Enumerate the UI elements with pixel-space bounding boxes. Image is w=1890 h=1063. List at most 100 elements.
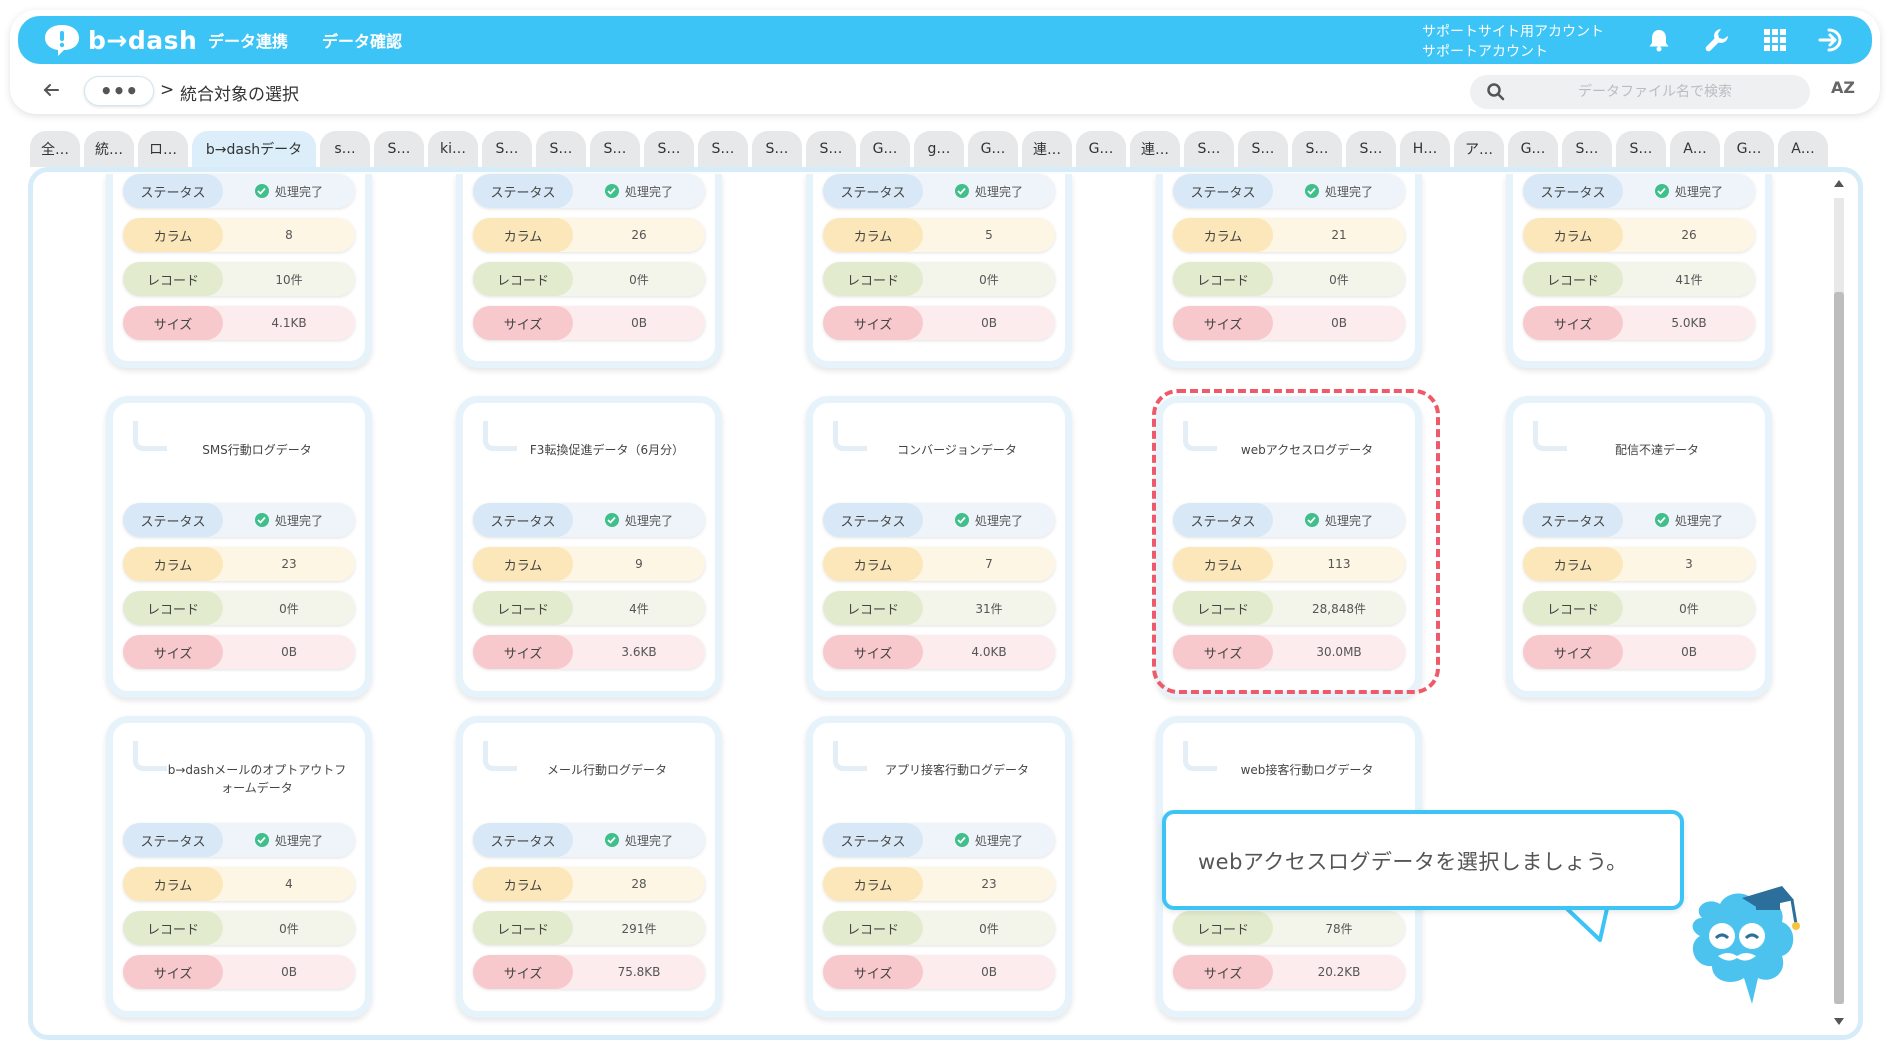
card-title: F3転換促進データ（6月分） <box>529 443 685 457</box>
tab-7[interactable]: S… <box>482 131 532 167</box>
data-file-card[interactable]: アプリ接客行動ログデータ ステータス 処理完了 カラム 23 レコード 0件 サイズ 0B <box>806 716 1072 1018</box>
tab-9[interactable]: S… <box>590 131 640 167</box>
record-label: レコード <box>1523 262 1623 296</box>
tab-3[interactable]: b→dashデータ <box>192 131 316 167</box>
data-file-card[interactable]: ステータス 処理完了 カラム 8 レコード 10件 サイズ 4.1KB <box>106 174 372 368</box>
data-file-card[interactable]: F3転換促進データ（6月分） ステータス 処理完了 カラム 9 レコード 4件 サイズ 3.6K… <box>456 396 722 698</box>
record-label: レコード <box>1173 262 1273 296</box>
size-row: サイズ 75.8KB <box>473 955 705 989</box>
tab-13[interactable]: S… <box>806 131 856 167</box>
logout-icon[interactable] <box>1818 25 1848 55</box>
size-value: 0B <box>981 965 997 979</box>
tab-22[interactable]: S… <box>1292 131 1342 167</box>
column-value: 26 <box>1681 228 1697 242</box>
data-file-card[interactable]: ステータス 処理完了 カラム 21 レコード 0件 サイズ 0B <box>1156 174 1422 368</box>
data-file-card[interactable]: 配信不達データ ステータス 処理完了 カラム 3 レコード 0件 サイズ 0B <box>1506 396 1772 698</box>
logo[interactable]: b→dash <box>42 20 197 60</box>
column-row: カラム 8 <box>123 218 355 252</box>
data-file-card[interactable]: ステータス 処理完了 カラム 26 レコード 0件 サイズ 0B <box>456 174 722 368</box>
column-label: カラム <box>123 547 223 581</box>
status-label: ステータス <box>1173 174 1273 208</box>
check-circle-icon <box>1304 513 1319 527</box>
column-label: カラム <box>473 867 573 901</box>
column-label: カラム <box>123 867 223 901</box>
size-label: サイズ <box>473 306 573 340</box>
card-title: SMS行動ログデータ <box>202 443 312 457</box>
data-file-card[interactable]: webアクセスログデータ ステータス 処理完了 カラム 113 レコード 28,848件 サイ… <box>1156 396 1422 698</box>
bell-icon[interactable] <box>1644 25 1674 55</box>
card-title: 配信不達データ <box>1614 443 1699 457</box>
status-value: 処理完了 <box>923 174 1055 208</box>
size-label: サイズ <box>123 306 223 340</box>
nav-data-check[interactable]: データ確認 <box>322 28 402 52</box>
back-arrow-icon[interactable] <box>38 77 64 103</box>
data-file-card[interactable]: コンバージョンデータ ステータス 処理完了 カラム 7 レコード 31件 サイズ 4.0KB <box>806 396 1072 698</box>
breadcrumb-more-button[interactable]: ••• <box>84 76 154 106</box>
tab-31[interactable]: A… <box>1778 131 1828 167</box>
tab-10[interactable]: S… <box>644 131 694 167</box>
tab-1[interactable]: 統… <box>84 131 134 167</box>
tab-17[interactable]: 連… <box>1022 131 1072 167</box>
tab-8[interactable]: S… <box>536 131 586 167</box>
tab-25[interactable]: ア… <box>1454 131 1504 167</box>
data-file-card[interactable]: SMS行動ログデータ ステータス 処理完了 カラム 23 レコード 0件 サイズ 0B <box>106 396 372 698</box>
tab-6[interactable]: ki… <box>428 131 478 167</box>
scroll-down-arrow-icon[interactable] <box>1834 1018 1844 1025</box>
size-label: サイズ <box>1523 635 1623 669</box>
tab-19[interactable]: 連… <box>1130 131 1180 167</box>
column-label: カラム <box>823 547 923 581</box>
scroll-thumb[interactable] <box>1834 292 1844 1004</box>
file-icon <box>1183 741 1217 771</box>
sort-az-button[interactable]: AZ <box>1826 78 1860 104</box>
scrollbar[interactable] <box>1830 174 1848 1034</box>
tab-20[interactable]: S… <box>1184 131 1234 167</box>
tab-21[interactable]: S… <box>1238 131 1288 167</box>
record-row: レコード 0件 <box>123 911 355 945</box>
tab-30[interactable]: G… <box>1724 131 1774 167</box>
column-row: カラム 3 <box>1523 547 1755 581</box>
tab-18[interactable]: G… <box>1076 131 1126 167</box>
size-row: サイズ 5.0KB <box>1523 306 1755 340</box>
tab-15[interactable]: g… <box>914 131 964 167</box>
status-row: ステータス 処理完了 <box>1173 503 1405 537</box>
data-file-card[interactable]: メール行動ログデータ ステータス 処理完了 カラム 28 レコード 291件 サイズ 75.8K… <box>456 716 722 1018</box>
tab-12[interactable]: S… <box>752 131 802 167</box>
status-row: ステータス 処理完了 <box>823 174 1055 208</box>
guide-tooltip: webアクセスログデータを選択しましょう。 <box>1162 810 1684 910</box>
tab-28[interactable]: S… <box>1616 131 1666 167</box>
tab-2[interactable]: ロ… <box>138 131 188 167</box>
data-file-card[interactable]: b→dashメールのオプトアウトフォームデータ ステータス 処理完了 カラム 4 レコード… <box>106 716 372 1018</box>
card-title: webアクセスログデータ <box>1240 443 1374 457</box>
file-icon <box>1533 421 1567 451</box>
wrench-icon[interactable] <box>1702 25 1732 55</box>
tab-5[interactable]: S… <box>374 131 424 167</box>
logo-text: b→dash <box>88 25 198 55</box>
record-value: 28,848件 <box>1312 601 1366 616</box>
account-info[interactable]: サポートサイト用アカウント サポートアカウント <box>1422 22 1604 62</box>
data-file-card[interactable]: ステータス 処理完了 カラム 26 レコード 41件 サイズ 5.0KB <box>1506 174 1772 368</box>
column-value: 23 <box>981 877 997 891</box>
tab-24[interactable]: H… <box>1400 131 1450 167</box>
column-value: 4 <box>285 877 293 891</box>
size-value: 0B <box>281 965 297 979</box>
tab-11[interactable]: S… <box>698 131 748 167</box>
tab-29[interactable]: A… <box>1670 131 1720 167</box>
tab-27[interactable]: S… <box>1562 131 1612 167</box>
tab-26[interactable]: G… <box>1508 131 1558 167</box>
tab-16[interactable]: G… <box>968 131 1018 167</box>
search-input[interactable] <box>1520 75 1790 109</box>
file-icon <box>483 741 517 771</box>
record-row: レコード 4件 <box>473 591 705 625</box>
data-file-card[interactable]: ステータス 処理完了 カラム 5 レコード 0件 サイズ 0B <box>806 174 1072 368</box>
record-value: 0件 <box>279 921 299 936</box>
size-row: サイズ 0B <box>823 955 1055 989</box>
app-grid-icon[interactable] <box>1760 25 1790 55</box>
tab-4[interactable]: s… <box>320 131 370 167</box>
scroll-up-arrow-icon[interactable] <box>1834 180 1844 187</box>
tab-0[interactable]: 全… <box>30 131 80 167</box>
column-label: カラム <box>823 218 923 252</box>
tab-23[interactable]: S… <box>1346 131 1396 167</box>
status-row: ステータス 処理完了 <box>1523 503 1755 537</box>
nav-data-integration[interactable]: データ連携 <box>208 28 288 52</box>
tab-14[interactable]: G… <box>860 131 910 167</box>
